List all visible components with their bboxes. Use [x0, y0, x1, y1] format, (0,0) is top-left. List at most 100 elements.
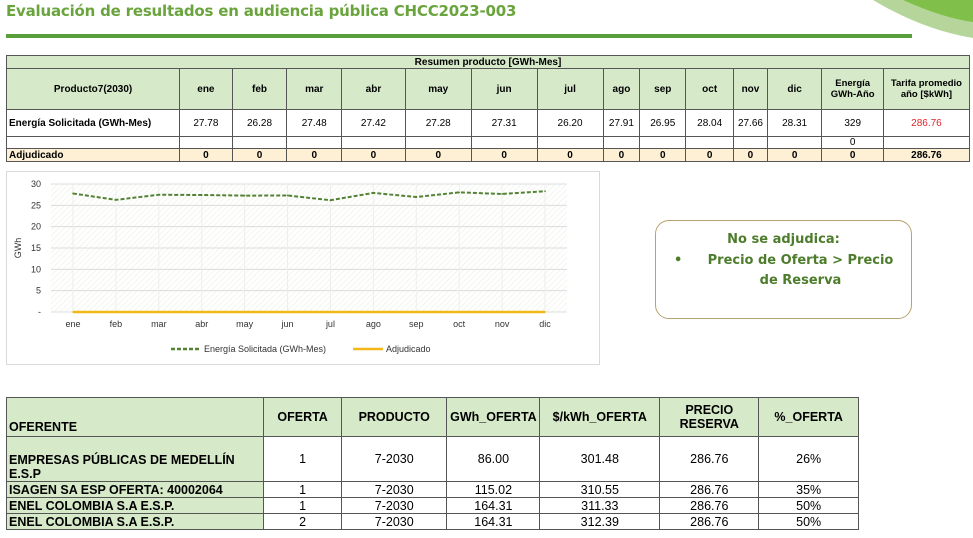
- offer-cell: 86.00: [446, 436, 541, 482]
- x-tick-label-dic: dic: [539, 319, 551, 329]
- x-tick-label-abr: abr: [195, 319, 208, 329]
- product-header: Producto7(2030): [5, 68, 181, 110]
- summary-cell-mar: [286, 136, 343, 149]
- summary-row: 0: [5, 136, 971, 149]
- y-tick-label: -: [38, 307, 41, 317]
- summary-cell-ene: [179, 136, 233, 149]
- x-tick-label-nov: nov: [495, 319, 510, 329]
- summary-cell-ago: [602, 136, 641, 149]
- energia-cell: 329: [821, 109, 884, 137]
- offer-cell: 286.76: [659, 497, 760, 514]
- x-tick-label-feb: feb: [110, 319, 123, 329]
- summary-row-label: Adjudicado: [5, 148, 181, 162]
- offer-name: ISAGEN SA ESP OFERTA: 40002064: [5, 481, 265, 498]
- summary-cell-jul: 26.20: [536, 109, 604, 137]
- offer-cell: 7-2030: [341, 481, 448, 498]
- callout-item: • Precio de Oferta > Precio de Reserva: [674, 251, 901, 291]
- data-point: [243, 194, 246, 197]
- offer-cell: 286.76: [659, 436, 760, 482]
- data-point: [415, 196, 418, 198]
- callout-item-text: Precio de Oferta > Precio de Reserva: [707, 253, 894, 288]
- offers-header-2: PRODUCTO: [341, 397, 448, 437]
- energia-cell: 0: [821, 148, 884, 162]
- summary-cell-ene: 0: [179, 148, 233, 162]
- summary-cell-ene: 27.78: [179, 109, 233, 137]
- decorative-corner-shape: [873, 0, 973, 38]
- offer-name: ENEL COLOMBIA S.A E.S.P.: [5, 497, 265, 514]
- summary-cell-ago: 27.91: [602, 109, 641, 137]
- chart-canvas: - 5 10 15 20 25 30 ene feb mar abr may jun jul ago sep o…: [13, 179, 567, 354]
- month-header-nov: nov: [733, 68, 768, 110]
- summary-cell-ago: 0: [602, 148, 641, 162]
- data-point: [501, 311, 503, 313]
- data-point: [544, 311, 546, 313]
- offer-cell: 7-2030: [341, 513, 448, 530]
- data-point: [115, 199, 117, 201]
- summary-cell-abr: 0: [341, 148, 406, 162]
- summary-cell-nov: 0: [733, 148, 768, 162]
- offers-header-6: %_OFERTA: [758, 397, 859, 437]
- y-tick-label: 5: [36, 286, 41, 296]
- summary-cell-oct: [685, 136, 735, 149]
- summary-cell-dic: 0: [766, 148, 823, 162]
- offer-name: ENEL COLOMBIA S.A E.S.P.: [5, 513, 265, 530]
- data-point: [158, 311, 160, 313]
- x-tick-label-oct: oct: [453, 319, 466, 329]
- offers-table: OFERENTE OFERTA PRODUCTO GWh_OFERTA $/kWh_OF…: [5, 397, 859, 530]
- offers-header-3: GWh_OFERTA: [446, 397, 541, 437]
- offer-cell: 26%: [758, 436, 859, 482]
- month-header-may: may: [404, 68, 472, 110]
- offers-header-4: $/kWh_OFERTA: [539, 397, 661, 437]
- y-tick-label: 25: [31, 200, 41, 210]
- month-header-oct: oct: [685, 68, 735, 110]
- offer-cell: 164.31: [446, 497, 541, 514]
- offers-header-1: OFERTA: [263, 397, 343, 437]
- energia-cell: 0: [821, 136, 884, 149]
- tarifa-cell: 286.76: [882, 148, 971, 162]
- data-point: [458, 311, 460, 313]
- bullet-icon: •: [674, 253, 683, 268]
- offer-cell: 50%: [758, 497, 859, 514]
- offer-cell: 301.48: [539, 436, 661, 482]
- data-point: [372, 311, 375, 313]
- offer-cell: 286.76: [659, 513, 760, 530]
- offer-cell: 2: [263, 513, 343, 530]
- data-point: [329, 199, 332, 202]
- summary-row-label: Energía Solicitada (GWh-Mes): [5, 109, 181, 137]
- y-tick-label: 20: [31, 222, 41, 232]
- summary-cell-abr: 27.42: [341, 109, 406, 137]
- month-header-abr: abr: [341, 68, 406, 110]
- summary-cell-mar: 27.48: [286, 109, 343, 137]
- data-point: [372, 192, 375, 194]
- month-header-jul: jul: [536, 68, 604, 110]
- data-point: [286, 311, 289, 313]
- offer-cell: 7-2030: [341, 436, 448, 482]
- y-axis-label: GWh: [13, 238, 23, 259]
- title-divider: [6, 34, 912, 38]
- data-point: [544, 190, 546, 193]
- summary-cell-may: 0: [404, 148, 472, 162]
- no-adjudica-callout: No se adjudica: • Precio de Oferta > Pre…: [655, 220, 912, 319]
- summary-cell-dic: 28.31: [766, 109, 823, 137]
- summary-cell-jun: 27.31: [470, 109, 538, 137]
- summary-cell-nov: [733, 136, 768, 149]
- offer-name: EMPRESAS PÚBLICAS DE MEDELLÍN E.S.P: [5, 436, 265, 482]
- offer-cell: 35%: [758, 481, 859, 498]
- tarifa-cell: 286.76: [882, 109, 971, 137]
- x-tick-label-may: may: [236, 319, 254, 329]
- x-tick-label-ene: ene: [65, 319, 80, 329]
- legend-label: Energía Solicitada (GWh-Mes): [204, 344, 326, 354]
- summary-cell-oct: 0: [685, 148, 735, 162]
- offer-cell: 115.02: [446, 481, 541, 498]
- offer-cell: 310.55: [539, 481, 661, 498]
- offer-cell: 1: [263, 497, 343, 514]
- data-point: [72, 192, 74, 195]
- offer-cell: 286.76: [659, 481, 760, 498]
- data-point: [200, 311, 203, 313]
- offer-cell: 164.31: [446, 513, 541, 530]
- month-header-dic: dic: [766, 68, 823, 110]
- offer-cell: 1: [263, 436, 343, 482]
- summary-row: Energía Solicitada (GWh-Mes) 27.78 26.28 27…: [5, 109, 971, 137]
- energy-line-chart: - 5 10 15 20 25 30 ene feb mar abr may jun jul ago sep o…: [6, 171, 600, 365]
- summary-cell-feb: 26.28: [231, 109, 288, 137]
